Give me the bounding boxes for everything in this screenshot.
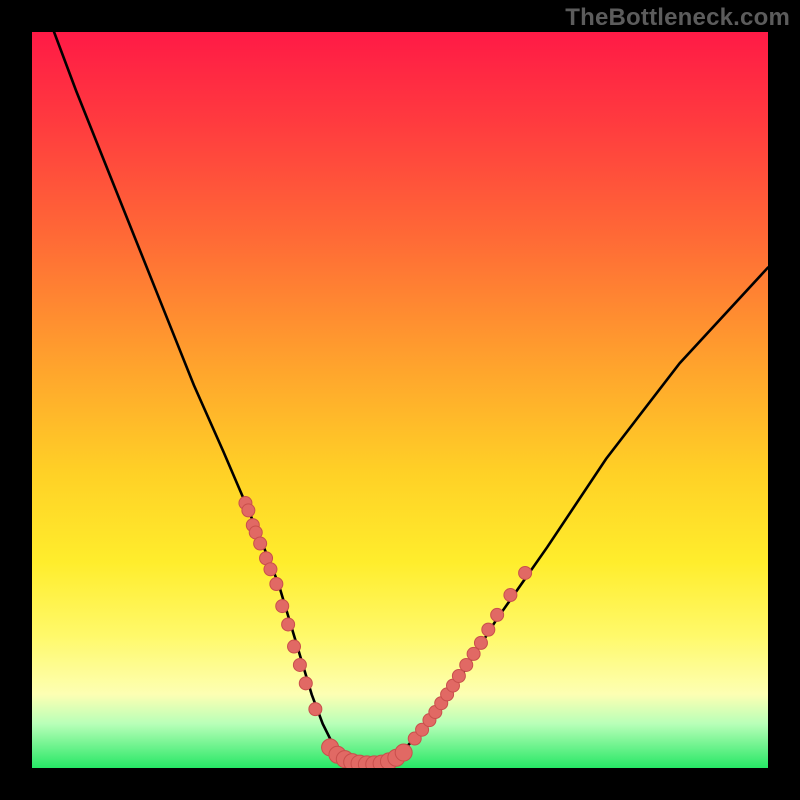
- data-marker: [452, 670, 465, 683]
- data-marker: [264, 563, 277, 576]
- data-marker: [482, 623, 495, 636]
- markers-layer: [239, 497, 532, 768]
- plot-area: [32, 32, 768, 768]
- data-marker: [276, 600, 289, 613]
- chart-frame: TheBottleneck.com: [0, 0, 800, 800]
- data-marker: [467, 647, 480, 660]
- data-marker: [288, 640, 301, 653]
- data-marker: [242, 504, 255, 517]
- data-marker: [395, 744, 412, 761]
- data-marker: [504, 589, 517, 602]
- data-marker: [293, 658, 306, 671]
- data-marker: [299, 677, 312, 690]
- data-marker: [254, 537, 267, 550]
- data-marker: [460, 658, 473, 671]
- data-marker: [309, 703, 322, 716]
- curve-layer: [54, 32, 768, 764]
- chart-svg: [32, 32, 768, 768]
- data-marker: [491, 608, 504, 621]
- bottleneck-curve: [54, 32, 768, 764]
- data-marker: [519, 566, 532, 579]
- data-marker: [474, 636, 487, 649]
- watermark-text: TheBottleneck.com: [565, 4, 790, 32]
- data-marker: [282, 618, 295, 631]
- data-marker: [270, 578, 283, 591]
